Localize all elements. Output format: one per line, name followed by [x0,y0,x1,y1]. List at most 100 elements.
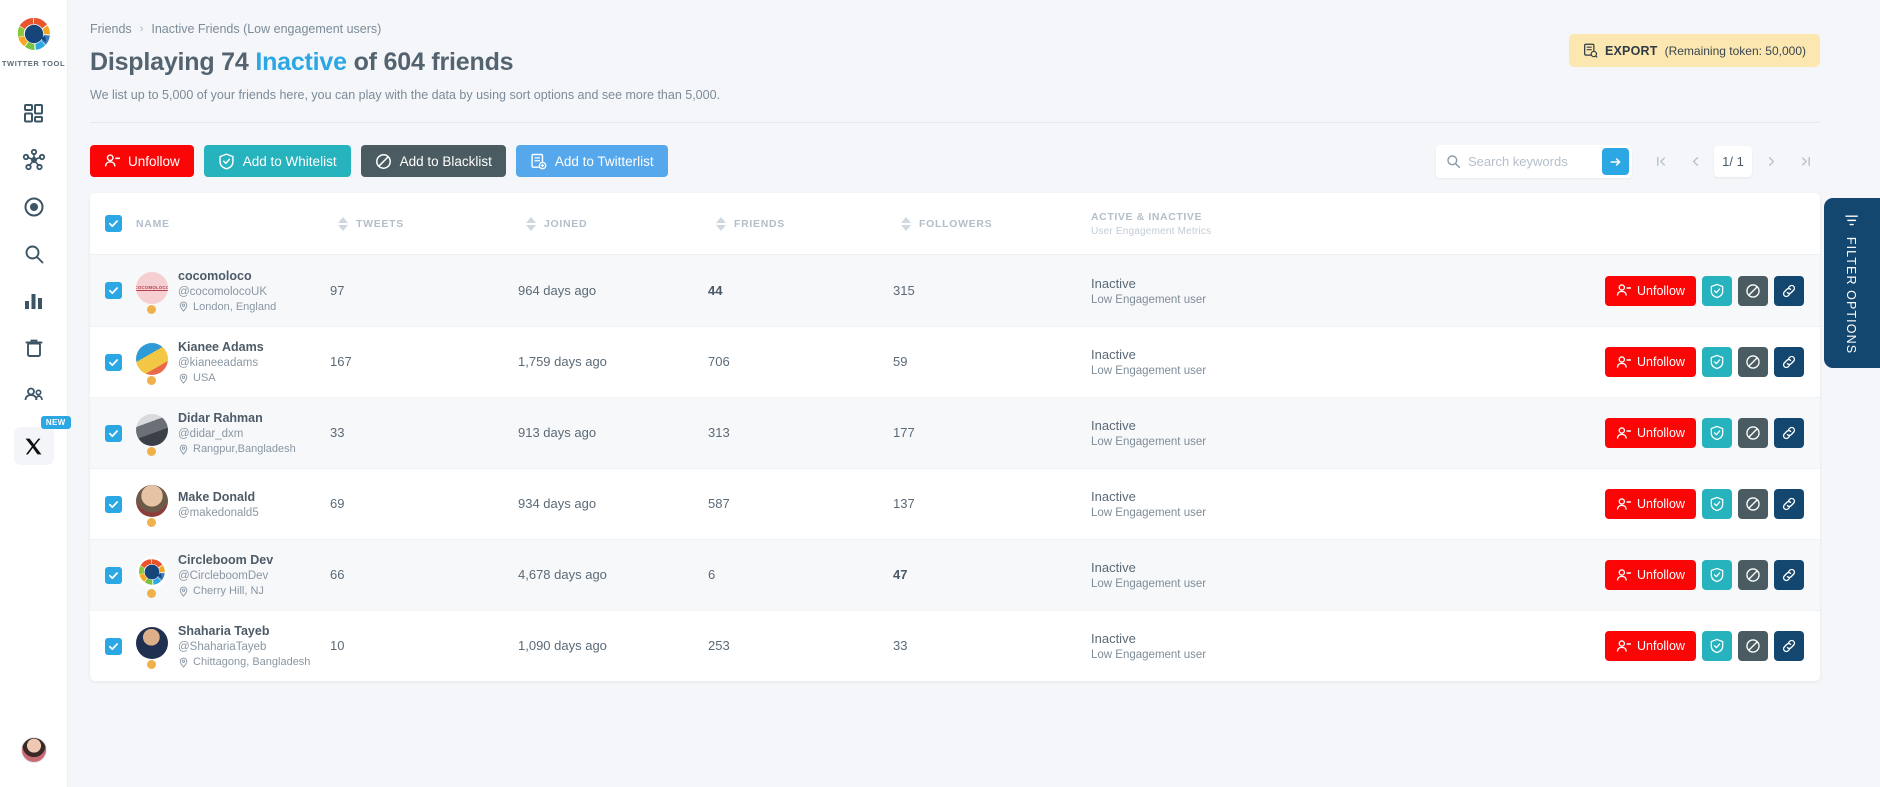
pagination-first-button[interactable] [1646,146,1676,177]
row-unfollow-button[interactable]: Unfollow [1605,631,1696,661]
row-blacklist-button[interactable] [1737,418,1768,448]
link-icon [1782,426,1795,440]
row-handle[interactable]: @ShahariaTayeb [178,641,310,653]
row-joined-value: 964 days ago [518,282,597,298]
search-input[interactable] [1468,154,1586,169]
sort-tweets-button[interactable] [330,216,356,231]
sidebar-item-trash[interactable] [11,325,57,371]
row-checkbox[interactable] [104,424,122,442]
export-button[interactable]: EXPORT (Remaining token: 50,000) [1568,34,1820,67]
row-handle[interactable]: @makedonald5 [178,507,259,519]
brand[interactable]: TWITTER TOOL [2,14,65,68]
row-whitelist-button[interactable] [1701,275,1732,306]
table-row[interactable]: COCOMOLOCO cocomoloco @cocomolocoUK London,… [90,255,1820,326]
row-copy-link-button[interactable] [1773,347,1804,377]
sidebar-item-analytics[interactable] [11,278,57,324]
row-whitelist-button[interactable] [1701,347,1732,377]
row-unfollow-button[interactable]: Unfollow [1605,275,1696,306]
breadcrumb-current[interactable]: Inactive Friends (Low engagement users) [151,22,381,36]
breadcrumb-root[interactable]: Friends [90,22,132,36]
table-row[interactable]: Kianee Adams @kianeeadams USA 167 1,759 days… [90,326,1820,397]
sidebar-item-dashboard[interactable] [11,90,57,136]
filter-options-tab[interactable]: FILTER OPTIONS [1824,198,1880,368]
pagination-prev-button[interactable] [1680,146,1710,177]
table-row[interactable]: Didar Rahman @didar_dxm Rangpur,Bangladesh… [90,397,1820,468]
search-box[interactable] [1436,145,1632,178]
avatar[interactable] [136,343,168,375]
status-badge: Inactive [1091,631,1136,646]
row-whitelist-button[interactable] [1701,560,1732,590]
sort-asc-icon [338,216,348,223]
row-handle[interactable]: @kianeeadams [178,357,264,369]
sort-friends-button[interactable] [708,216,734,231]
row-display-name[interactable]: Shaharia Tayeb [178,624,310,638]
sidebar-item-target[interactable] [11,184,57,230]
status-badge: Inactive [1091,275,1136,291]
row-handle[interactable]: @cocomolocoUK [178,286,276,298]
row-blacklist-button[interactable] [1737,560,1768,590]
user-minus-icon [1616,497,1631,510]
status-dot [147,376,156,385]
user-avatar-container[interactable] [0,737,68,763]
row-tweets-value: 10 [330,638,345,653]
row-display-name[interactable]: cocomoloco [178,269,276,283]
row-display-name[interactable]: Didar Rahman [178,411,296,425]
avatar[interactable] [136,485,168,517]
row-blacklist-button[interactable] [1737,347,1768,377]
table-header-row: NAME TWEETS JOINED FRIENDS FOLLOWERS ACT… [90,193,1820,255]
bulk-whitelist-button[interactable]: Add to Whitelist [203,145,351,177]
row-unfollow-button[interactable]: Unfollow [1605,347,1696,377]
row-handle[interactable]: @CircleboomDev [178,570,273,582]
row-copy-link-button[interactable] [1773,275,1804,306]
row-copy-link-button[interactable] [1773,489,1804,519]
row-checkbox[interactable] [104,353,122,371]
row-blacklist-button[interactable] [1737,489,1768,519]
row-unfollow-button[interactable]: Unfollow [1605,560,1696,590]
row-copy-link-button[interactable] [1773,631,1804,661]
row-whitelist-button[interactable] [1701,418,1732,448]
row-checkbox[interactable] [104,637,122,655]
status-description: Low Engagement user [1091,365,1207,377]
chevron-left-icon [1692,157,1698,166]
avatar[interactable] [136,414,168,446]
row-whitelist-button[interactable] [1701,631,1732,661]
bulk-twitterlist-button[interactable]: Add to Twitterlist [515,145,668,177]
row-display-name[interactable]: Kianee Adams [178,340,264,354]
sort-joined-button[interactable] [518,216,544,231]
row-unfollow-button[interactable]: Unfollow [1605,489,1696,519]
row-blacklist-button[interactable] [1737,275,1768,306]
select-all-checkbox[interactable] [104,215,122,232]
row-unfollow-button[interactable]: Unfollow [1605,418,1696,448]
row-checkbox[interactable] [104,566,122,584]
row-handle[interactable]: @didar_dxm [178,428,296,440]
pagination-last-button[interactable] [1790,146,1820,177]
row-checkbox[interactable] [104,495,122,513]
sort-followers-button[interactable] [893,216,919,231]
table-row[interactable]: Make Donald @makedonald5 69 934 days ago 587… [90,468,1820,539]
sidebar-item-search[interactable] [11,231,57,277]
search-submit-button[interactable] [1602,148,1629,175]
row-display-name[interactable]: Circleboom Dev [178,553,273,567]
sort-desc-icon [716,224,726,231]
row-whitelist-button[interactable] [1701,489,1732,519]
avatar[interactable]: COCOMOLOCO [136,271,168,304]
row-actions-cell: Unfollow [1605,275,1820,306]
ban-icon [1746,639,1760,653]
sidebar-item-x-twitter[interactable]: NEW [13,416,71,465]
row-copy-link-button[interactable] [1773,418,1804,448]
row-blacklist-button[interactable] [1737,631,1768,661]
avatar[interactable] [136,556,168,588]
sidebar-item-network[interactable] [11,137,57,183]
search-icon [25,245,43,264]
table-row[interactable]: Circleboom Dev @CircleboomDev Cherry Hill,… [90,539,1820,610]
row-display-name[interactable]: Make Donald [178,490,259,504]
avatar[interactable] [136,627,168,659]
sidebar-item-friends[interactable] [11,372,57,418]
bulk-unfollow-button[interactable]: Unfollow [90,145,194,177]
bulk-blacklist-button[interactable]: Add to Blacklist [360,145,506,177]
row-copy-link-button[interactable] [1773,560,1804,590]
avatar[interactable] [21,737,47,763]
table-row[interactable]: Shaharia Tayeb @ShahariaTayeb Chittagong, … [90,610,1820,681]
row-checkbox[interactable] [104,282,122,299]
pagination-next-button[interactable] [1756,146,1786,177]
